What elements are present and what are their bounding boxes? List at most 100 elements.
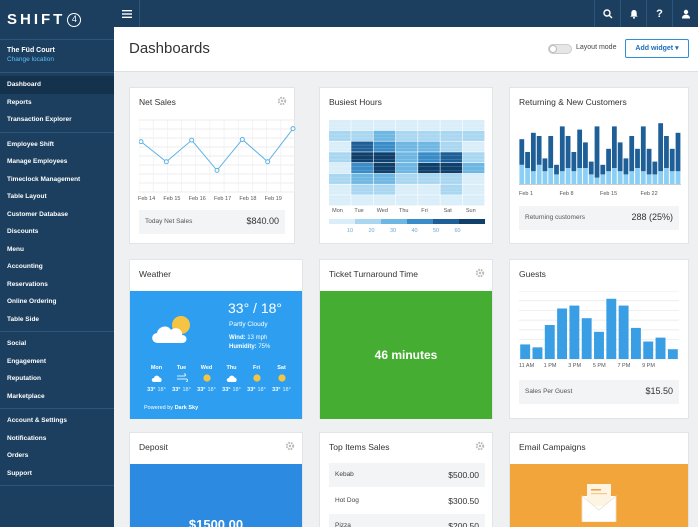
bar-new-customers bbox=[536, 164, 542, 184]
guest-bar bbox=[581, 318, 592, 359]
heatmap-cell bbox=[440, 163, 463, 174]
x-tick-label: Feb 8 bbox=[559, 191, 574, 197]
net-sales-footer: Today Net Sales $840.00 bbox=[139, 210, 285, 234]
bar-returning-customers bbox=[530, 132, 536, 172]
forecast-temps: 33° 18° bbox=[144, 387, 169, 393]
sidebar-item-discounts[interactable]: Discounts bbox=[0, 223, 114, 241]
heatmap-cell bbox=[373, 141, 396, 152]
sidebar-item-orders[interactable]: Orders bbox=[0, 447, 114, 465]
scale-segment bbox=[355, 219, 381, 224]
sidebar-item-online-ordering[interactable]: Online Ordering bbox=[0, 293, 114, 311]
add-widget-button[interactable]: Add widget ▾ bbox=[625, 39, 689, 58]
x-tick-label: Feb 14 bbox=[138, 196, 156, 202]
bar-returning-customers bbox=[525, 152, 530, 168]
wind-value: 13 mph bbox=[247, 335, 268, 341]
heatmap-cell bbox=[462, 173, 485, 184]
sidebar-item-support[interactable]: Support bbox=[0, 465, 114, 483]
heatmap-cell bbox=[395, 163, 418, 174]
deposit-panel: $1500.00 bbox=[130, 464, 302, 527]
user-icon[interactable] bbox=[672, 0, 698, 27]
logo[interactable]: SHIFT 4 bbox=[0, 0, 114, 40]
top-item-row[interactable]: Kebab $500.00 bbox=[329, 463, 485, 487]
gear-icon[interactable] bbox=[285, 441, 295, 451]
heatmap-cell bbox=[351, 130, 373, 141]
scale-segment bbox=[433, 219, 459, 224]
sidebar-item-dashboard[interactable]: Dashboard bbox=[0, 76, 114, 94]
forecast-day: Fri 33° 18° bbox=[244, 365, 269, 393]
sidebar-item-account-settings[interactable]: Account & Settings bbox=[0, 412, 114, 430]
sidebar-item-customer-database[interactable]: Customer Database bbox=[0, 206, 114, 224]
data-point bbox=[265, 159, 271, 165]
page-title: Dashboards bbox=[129, 40, 210, 57]
bar-returning-customers bbox=[675, 132, 681, 172]
x-tick-label: Tue bbox=[354, 208, 364, 214]
top-items-card: Top Items Sales Kebab $500.00 Hot Dog $300.… bbox=[319, 432, 493, 527]
sidebar-item-marketplace[interactable]: Marketplace bbox=[0, 388, 114, 406]
bar-returning-customers bbox=[542, 158, 548, 172]
bar-new-customers bbox=[635, 168, 640, 184]
x-tick-label: Wed bbox=[376, 208, 388, 214]
gear-icon[interactable] bbox=[277, 96, 287, 106]
heatmap-cell bbox=[462, 184, 485, 195]
powered-by-provider[interactable]: Dark Sky bbox=[175, 405, 199, 411]
guest-bar bbox=[667, 349, 678, 359]
forecast-temps: 33° 18° bbox=[194, 387, 219, 393]
bar-new-customers bbox=[583, 168, 588, 184]
page-header: Dashboards Layout mode Add widget ▾ bbox=[114, 27, 698, 72]
x-tick-label: Thu bbox=[399, 208, 409, 214]
sidebar-item-manage-employees[interactable]: Manage Employees bbox=[0, 153, 114, 171]
sidebar-item-reservations[interactable]: Reservations bbox=[0, 276, 114, 294]
sidebar-item-accounting[interactable]: Accounting bbox=[0, 258, 114, 276]
powered-by-prefix: Powered by bbox=[144, 405, 174, 411]
heatmap-cell bbox=[462, 130, 485, 141]
net-sales-line bbox=[140, 128, 294, 172]
scale-tick-label: 40 bbox=[411, 228, 418, 234]
question-icon[interactable]: ? bbox=[646, 0, 672, 27]
bar-returning-customers bbox=[548, 136, 554, 168]
sidebar-item-table-side[interactable]: Table Side bbox=[0, 311, 114, 329]
bar-returning-customers bbox=[617, 142, 623, 172]
weather-panel: 33° / 18° Partly Cloudy Wind: 13 mph Hum… bbox=[130, 291, 302, 419]
bar-new-customers bbox=[530, 171, 536, 184]
bar-returning-customers bbox=[571, 152, 577, 172]
sidebar-item-reports[interactable]: Reports bbox=[0, 94, 114, 112]
bell-icon[interactable] bbox=[620, 0, 646, 27]
guest-bar bbox=[643, 341, 654, 359]
gear-icon[interactable] bbox=[475, 268, 485, 278]
sidebar-item-social[interactable]: Social bbox=[0, 335, 114, 353]
sidebar-nav: Dashboard Reports Transaction Explorer Empl… bbox=[0, 73, 114, 486]
forecast-low: 18° bbox=[282, 387, 291, 393]
sidebar-item-menu[interactable]: Menu bbox=[0, 241, 114, 259]
humidity-label: Humidity: bbox=[229, 344, 257, 350]
gear-icon[interactable] bbox=[475, 441, 485, 451]
guest-bar bbox=[557, 308, 568, 359]
heatmap-cell bbox=[395, 152, 418, 163]
layout-mode-toggle[interactable] bbox=[548, 44, 572, 54]
sidebar-item-reputation[interactable]: Reputation bbox=[0, 370, 114, 388]
search-icon[interactable] bbox=[594, 0, 620, 27]
top-item-row[interactable]: Hot Dog $300.50 bbox=[329, 488, 485, 513]
scale-segment bbox=[329, 219, 355, 224]
scale-tick-label: 50 bbox=[433, 228, 440, 234]
sidebar-item-transaction-explorer[interactable]: Transaction Explorer bbox=[0, 111, 114, 129]
data-point bbox=[189, 137, 195, 143]
sidebar-item-timeclock-management[interactable]: Timeclock Management bbox=[0, 171, 114, 189]
data-point bbox=[239, 136, 245, 142]
heatmap-cell bbox=[329, 152, 351, 163]
heatmap-cell bbox=[418, 152, 440, 163]
card-title: Guests bbox=[519, 269, 546, 279]
forecast-high: 33° bbox=[247, 387, 256, 393]
sidebar-item-engagement[interactable]: Engagement bbox=[0, 353, 114, 371]
heatmap-cell bbox=[329, 120, 351, 131]
bar-new-customers bbox=[646, 174, 652, 184]
top-item-row[interactable]: Pizza $200.50 bbox=[329, 514, 485, 527]
x-tick-label: Feb 19 bbox=[264, 196, 282, 202]
top-item-name: Kebab bbox=[335, 471, 354, 478]
sidebar-item-table-layout[interactable]: Table Layout bbox=[0, 188, 114, 206]
weather-forecast: Mon 33° 18° Tue 33° 18° Wed 33° 18° Thu 33° 18° Fri 3… bbox=[144, 365, 294, 401]
change-location-link[interactable]: Change location bbox=[7, 56, 107, 63]
hamburger-icon[interactable] bbox=[114, 0, 140, 27]
sidebar-item-notifications[interactable]: Notifications bbox=[0, 430, 114, 448]
sidebar-item-employee-shift[interactable]: Employee Shift bbox=[0, 136, 114, 154]
forecast-day-name: Wed bbox=[200, 365, 213, 371]
